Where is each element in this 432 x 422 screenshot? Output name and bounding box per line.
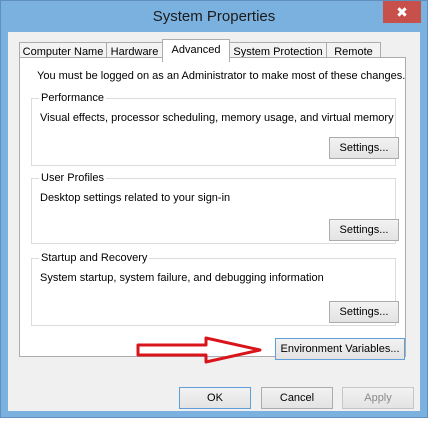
cancel-button[interactable]: Cancel xyxy=(261,387,333,409)
performance-title: Performance xyxy=(39,92,106,104)
close-icon: ✖ xyxy=(396,4,408,20)
title-bar[interactable]: System Properties ✖ xyxy=(1,1,427,31)
system-properties-window: System Properties ✖ Computer Name Hardwa… xyxy=(0,0,428,418)
user-profiles-description: Desktop settings related to your sign-in xyxy=(40,192,231,204)
performance-settings-button[interactable]: Settings... xyxy=(329,137,399,159)
red-arrow-annotation xyxy=(136,336,262,364)
tab-advanced[interactable]: Advanced xyxy=(162,39,230,62)
admin-notice: You must be logged on as an Administrato… xyxy=(37,70,406,82)
user-profiles-group: User Profiles Desktop settings related t… xyxy=(31,172,399,244)
environment-variables-button[interactable]: Environment Variables... xyxy=(275,338,405,360)
advanced-tab-panel: You must be logged on as an Administrato… xyxy=(19,57,406,360)
user-profiles-title: User Profiles xyxy=(39,172,106,184)
performance-description: Visual effects, processor scheduling, me… xyxy=(40,112,394,124)
apply-button[interactable]: Apply xyxy=(342,387,414,409)
window-title: System Properties xyxy=(152,8,276,25)
performance-group: Performance Visual effects, processor sc… xyxy=(31,92,399,166)
startup-recovery-settings-button[interactable]: Settings... xyxy=(329,301,399,323)
startup-recovery-group: Startup and Recovery System startup, sys… xyxy=(31,252,399,326)
user-profiles-settings-button[interactable]: Settings... xyxy=(329,219,399,241)
close-button[interactable]: ✖ xyxy=(383,1,421,23)
startup-recovery-title: Startup and Recovery xyxy=(39,252,150,264)
ok-button[interactable]: OK xyxy=(179,387,251,409)
startup-recovery-description: System startup, system failure, and debu… xyxy=(40,272,324,284)
